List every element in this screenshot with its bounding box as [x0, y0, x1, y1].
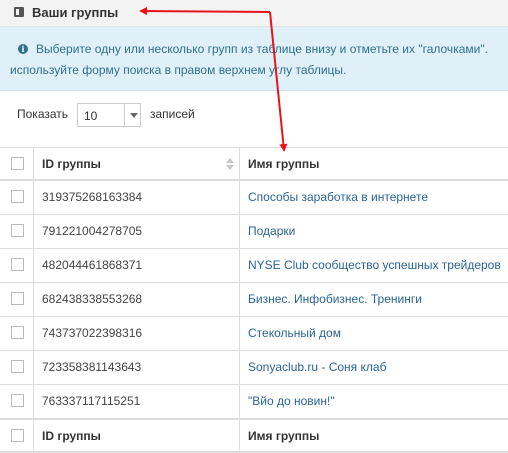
info-icon: i	[18, 44, 28, 54]
group-name-link[interactable]: Sonyaclub.ru - Соня клаб	[248, 360, 386, 374]
footer-header-name-label: Имя группы	[248, 429, 320, 443]
group-id-cell: 763337117115251	[34, 385, 240, 418]
group-name-cell: Подарки	[240, 215, 508, 248]
row-checkbox[interactable]	[11, 326, 24, 339]
chevron-down-icon	[130, 113, 138, 118]
group-name-link[interactable]: "Вйо до новин!"	[248, 394, 335, 408]
length-label-show: Показать	[17, 107, 69, 121]
group-id: 763337117115251	[42, 394, 141, 408]
column-header-name-label: Имя группы	[248, 157, 320, 171]
alert-text-line2: используйте форму поиска в правом верхне…	[10, 63, 347, 77]
table-row: 723358381143643 Sonyaclub.ru - Соня клаб	[0, 351, 508, 385]
select-divider	[124, 104, 125, 126]
row-checkbox[interactable]	[11, 190, 24, 203]
row-checkbox[interactable]	[11, 224, 24, 237]
table-footer-row: ID группы Имя группы	[0, 419, 508, 453]
table-row: 682438338553268 Бизнес. Инфобизнес. Трен…	[0, 283, 508, 317]
group-name-cell: Sonyaclub.ru - Соня клаб	[240, 351, 508, 384]
length-label-records: записей	[150, 107, 195, 121]
group-id: 682438338553268	[42, 292, 143, 306]
panel-title: Ваши группы	[32, 5, 119, 20]
panel-header: Ваши группы	[0, 0, 508, 27]
group-name-link[interactable]: Способы заработка в интернете	[248, 190, 428, 204]
alert-text-line1: Выберите одну или несколько групп из таб…	[36, 42, 488, 56]
page-length-select[interactable]: 10	[77, 103, 141, 127]
sort-icon[interactable]	[226, 158, 234, 170]
row-select-cell	[0, 317, 34, 350]
group-id-cell: 319375268163384	[34, 181, 240, 214]
table-row: 743737022398316 Стекольный дом	[0, 317, 508, 351]
table-row: 482044461868371 NYSE Club сообщество усп…	[0, 249, 508, 283]
info-alert: i Выберите одну или несколько групп из т…	[0, 27, 508, 91]
table-row: 791221004278705 Подарки	[0, 215, 508, 249]
group-name-cell: Бизнес. Инфобизнес. Тренинги	[240, 283, 508, 316]
column-header-id[interactable]: ID группы	[34, 148, 240, 179]
footer-header-id-label: ID группы	[42, 429, 101, 443]
row-select-cell	[0, 181, 34, 214]
groups-table: ID группы Имя группы 319375268163384 Спо…	[0, 147, 508, 453]
table-row: 763337117115251 "Вйо до новин!"	[0, 385, 508, 419]
select-all-cell	[0, 148, 34, 179]
group-name-cell: Стекольный дом	[240, 317, 508, 350]
group-id-cell: 482044461868371	[34, 249, 240, 282]
footer-select-cell	[0, 420, 34, 451]
table-icon	[14, 7, 24, 17]
row-select-cell	[0, 215, 34, 248]
select-all-checkbox-footer[interactable]	[11, 429, 24, 442]
row-checkbox[interactable]	[11, 258, 24, 271]
table-header-row: ID группы Имя группы	[0, 148, 508, 181]
select-all-checkbox[interactable]	[11, 157, 24, 170]
group-id-cell: 743737022398316	[34, 317, 240, 350]
group-id: 319375268163384	[42, 190, 143, 204]
group-id-cell: 791221004278705	[34, 215, 240, 248]
group-id: 482044461868371	[42, 258, 143, 272]
row-select-cell	[0, 249, 34, 282]
column-header-name[interactable]: Имя группы	[240, 148, 508, 179]
group-name-cell: NYSE Club сообщество успешных трейдеров	[240, 249, 508, 282]
group-name-link[interactable]: NYSE Club сообщество успешных трейдеров	[248, 258, 501, 272]
group-name-link[interactable]: Бизнес. Инфобизнес. Тренинги	[248, 292, 422, 306]
group-id: 791221004278705	[42, 224, 143, 238]
row-select-cell	[0, 283, 34, 316]
row-checkbox[interactable]	[11, 292, 24, 305]
column-header-id-label: ID группы	[42, 157, 101, 171]
group-id-cell: 682438338553268	[34, 283, 240, 316]
group-name-cell: Способы заработка в интернете	[240, 181, 508, 214]
row-select-cell	[0, 385, 34, 418]
group-name-cell: "Вйо до новин!"	[240, 385, 508, 418]
row-checkbox[interactable]	[11, 360, 24, 373]
footer-header-id[interactable]: ID группы	[34, 420, 240, 451]
group-name-link[interactable]: Подарки	[248, 224, 295, 238]
footer-header-name[interactable]: Имя группы	[240, 420, 508, 451]
group-id-cell: 723358381143643	[34, 351, 240, 384]
group-name-link[interactable]: Стекольный дом	[248, 326, 341, 340]
page-length-value: 10	[84, 109, 98, 123]
group-id: 723358381143643	[42, 360, 142, 374]
row-checkbox[interactable]	[11, 394, 24, 407]
row-select-cell	[0, 351, 34, 384]
group-id: 743737022398316	[42, 326, 143, 340]
table-row: 319375268163384 Способы заработка в инте…	[0, 181, 508, 215]
